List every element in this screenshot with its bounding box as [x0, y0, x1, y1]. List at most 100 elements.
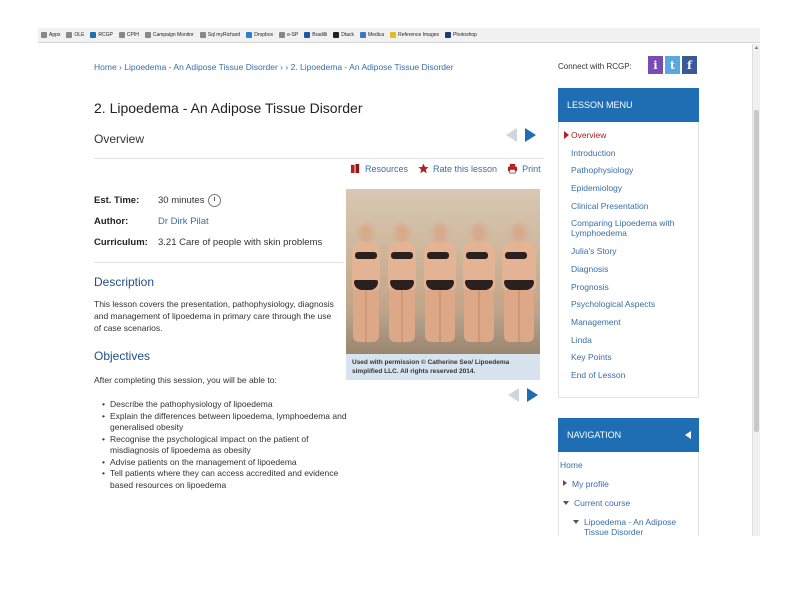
page-nav-arrows-bottom [508, 388, 538, 402]
vertical-scrollbar[interactable]: ▲ [752, 44, 760, 536]
navigation-title: NAVIGATION [567, 430, 622, 440]
page-icon [144, 32, 151, 38]
caret-down-icon[interactable] [563, 501, 569, 505]
facebook-icon[interactable]: f [682, 56, 697, 74]
breadcrumb-lesson[interactable]: 2. Lipoedema - An Adipose Tissue Disorde… [291, 62, 454, 72]
rcgp-social-icon[interactable]: i [648, 56, 663, 74]
bookmark-sql[interactable]: Sql myRichard [199, 32, 240, 38]
bookmark-rcgp[interactable]: RCGP [90, 32, 113, 38]
page-icon [360, 32, 367, 38]
menu-item-epidemiology[interactable]: Epidemiology [564, 183, 699, 193]
bookmark-photoshop[interactable]: Photoshop [445, 32, 477, 38]
print-link[interactable]: Print [507, 163, 541, 174]
breadcrumb-course[interactable]: Lipoedema - An Adipose Tissue Disorder [124, 62, 278, 72]
objective-item: Describe the pathophysiology of lipoedem… [102, 399, 352, 411]
curriculum-row: Curriculum: 3.21 Care of people with ski… [94, 232, 322, 253]
page-icon [304, 32, 311, 38]
bookmark-esp[interactable]: e-SP [279, 32, 298, 38]
page-icon [66, 32, 73, 38]
breadcrumb: Home › Lipoedema - An Adipose Tissue Dis… [94, 62, 454, 72]
menu-item-management[interactable]: Management [564, 317, 699, 327]
star-icon [418, 163, 429, 174]
menu-item-introduction[interactable]: Introduction [564, 148, 699, 158]
dropbox-icon [246, 32, 253, 38]
menu-item-key-points[interactable]: Key Points [564, 352, 699, 362]
photo-figure [502, 224, 536, 342]
objective-item: Advise patients on the management of lip… [102, 457, 352, 469]
twitter-icon[interactable]: t [665, 56, 680, 74]
author-row: Author: Dr Dirk Pilat [94, 211, 322, 232]
description-text: This lesson covers the presentation, pat… [94, 299, 334, 333]
page-nav-arrows [506, 128, 536, 142]
menu-item-linda[interactable]: Linda [564, 335, 699, 345]
objective-item: Tell patients where they can access accr… [102, 468, 352, 491]
breadcrumb-separator: › › [277, 62, 291, 72]
page-icon [118, 32, 125, 38]
rate-lesson-link[interactable]: Rate this lesson [418, 163, 497, 174]
nav-current-course[interactable]: Current course [560, 498, 695, 508]
bookmark-campaign-monitor[interactable]: Campaign Monitor [144, 32, 194, 38]
next-page-icon[interactable] [525, 128, 536, 142]
bookmark-bradilli[interactable]: Bradilli [304, 32, 327, 38]
social-links: i t f [648, 56, 697, 74]
divider [94, 158, 544, 159]
breadcrumb-home[interactable]: Home [94, 62, 117, 72]
next-page-icon[interactable] [527, 388, 538, 402]
lesson-meta: Est. Time: 30 minutes Author: Dr Dirk Pi… [94, 190, 322, 253]
bookmark-reference-images[interactable]: Reference Images [390, 32, 439, 38]
overview-heading: Overview [94, 132, 145, 146]
objective-item: Recognise the psychological impact on th… [102, 434, 352, 457]
caret-right-icon[interactable] [563, 480, 567, 486]
menu-item-overview[interactable]: Overview [564, 130, 699, 140]
page-viewport: Home › Lipoedema - An Adipose Tissue Dis… [38, 44, 760, 536]
photo-figure [388, 224, 416, 342]
photo-caption: Used with permission © Catherine Seo/ Li… [346, 354, 540, 380]
bookmark-dropbox[interactable]: Dropbox [246, 32, 273, 38]
objectives-intro: After completing this session, you will … [94, 375, 277, 385]
menu-item-julias-story[interactable]: Julia's Story [564, 246, 699, 256]
page-icon [199, 32, 206, 38]
printer-icon [507, 163, 518, 174]
menu-item-comparing[interactable]: Comparing Lipoedema with Lymphoedema [564, 218, 699, 238]
clock-icon [208, 194, 222, 207]
books-icon [350, 163, 360, 174]
previous-page-icon[interactable] [506, 128, 517, 142]
collapse-left-icon[interactable] [685, 431, 691, 439]
objective-item: Explain the differences between lipoedem… [102, 411, 352, 434]
est-time-row: Est. Time: 30 minutes [94, 190, 322, 211]
previous-page-icon[interactable] [508, 388, 519, 402]
scroll-up-icon[interactable]: ▲ [754, 45, 759, 51]
rcgp-icon [90, 32, 97, 38]
navigation-tree: Home My profile Current course Lipoedema… [560, 460, 695, 536]
photo-figure [463, 224, 495, 342]
lesson-menu-list: Overview Introduction Pathophysiology Ep… [564, 130, 699, 388]
bookmark-cpih[interactable]: CPIH [118, 32, 139, 38]
resources-link[interactable]: Resources [350, 163, 408, 174]
navigation-header[interactable]: NAVIGATION [558, 418, 699, 452]
bookmark-dtack[interactable]: Dtack [333, 32, 354, 38]
connect-label: Connect with RCGP: [558, 62, 632, 71]
scrollbar-thumb[interactable] [754, 110, 759, 432]
caret-down-icon[interactable] [573, 520, 579, 524]
page-icon [279, 32, 286, 38]
divider [94, 262, 344, 263]
description-heading: Description [94, 275, 155, 289]
menu-item-end-of-lesson[interactable]: End of Lesson [564, 370, 699, 380]
nav-home[interactable]: Home [560, 460, 695, 470]
page-icon [333, 32, 340, 38]
apps-icon [41, 32, 47, 38]
est-time-value: 30 minutes [158, 195, 205, 206]
bookmark-ole[interactable]: OLE [66, 32, 84, 38]
menu-item-diagnosis[interactable]: Diagnosis [564, 264, 699, 274]
menu-item-clinical-presentation[interactable]: Clinical Presentation [564, 201, 699, 211]
nav-my-profile[interactable]: My profile [560, 479, 695, 489]
menu-item-psychological-aspects[interactable]: Psychological Aspects [564, 299, 699, 309]
page-icon [390, 32, 397, 38]
objectives-heading: Objectives [94, 349, 151, 363]
nav-course-item[interactable]: Lipoedema - An Adipose Tissue Disorder [560, 517, 695, 536]
menu-item-pathophysiology[interactable]: Pathophysiology [564, 165, 699, 175]
menu-item-prognosis[interactable]: Prognosis [564, 282, 699, 292]
author-link[interactable]: Dr Dirk Pilat [158, 216, 209, 227]
bookmark-medica[interactable]: Medica [360, 32, 384, 38]
bookmark-apps[interactable]: Apps [41, 32, 60, 38]
